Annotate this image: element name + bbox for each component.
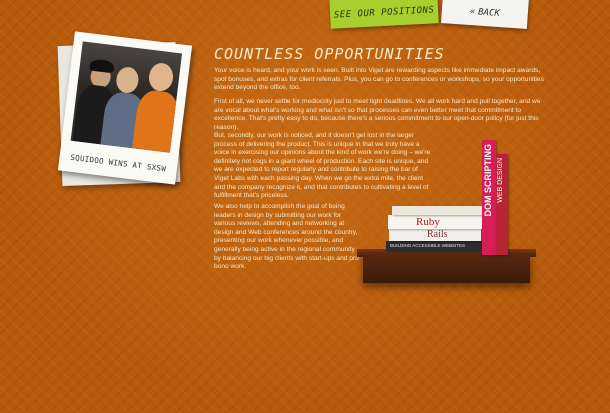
paragraph-2: First of all, we never settle for medioc… <box>214 98 541 131</box>
see-our-positions-label: SEE OUR POSITIONS <box>333 5 435 21</box>
book-ruby: Ruby <box>388 215 482 229</box>
paragraph-4: We also help to accomplish the goal of b… <box>214 203 359 271</box>
see-our-positions-button[interactable]: SEE OUR POSITIONS <box>329 0 439 29</box>
book-top <box>392 206 482 215</box>
team-photo <box>70 41 183 153</box>
book-web-design: WEB DESIGN <box>496 154 508 255</box>
book-rails: Rails <box>389 229 481 241</box>
back-button[interactable]: « BACK <box>440 0 530 29</box>
book-dom-scripting: DOM SCRIPTING <box>482 140 496 255</box>
double-chevron-left-icon: « <box>469 6 476 18</box>
photo-caption: SQUIDOO WINS AT SXSW <box>69 152 167 174</box>
page-title: COUNTLESS OPPORTUNITIES <box>214 45 445 63</box>
wooden-shelf <box>363 253 530 283</box>
paragraph-1: Your voice is heard, and your work is se… <box>214 67 544 92</box>
paragraph-3: But, secondly, our work is noticed, and … <box>214 132 431 200</box>
polaroid-photo: SQUIDOO WINS AT SXSW <box>57 31 193 185</box>
book-accessible-websites: BUILDING ACCESSIBLE WEBSITES <box>386 241 482 251</box>
back-label: BACK <box>477 7 501 20</box>
